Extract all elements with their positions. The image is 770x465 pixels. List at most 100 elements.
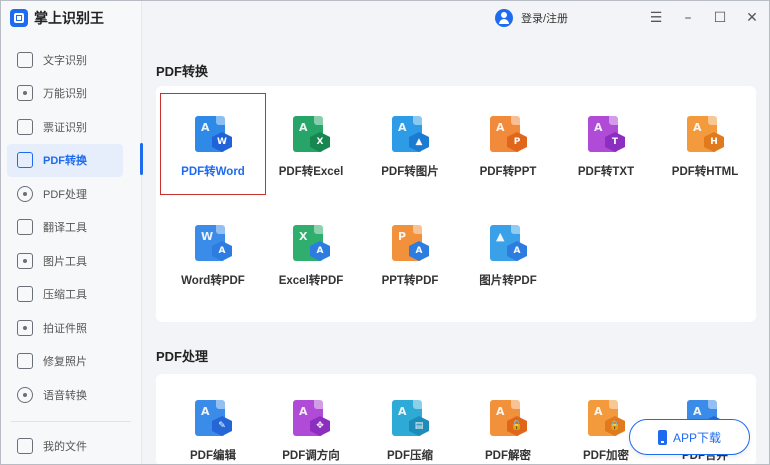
document-convert-icon: A ▲ (392, 116, 430, 156)
tool-card-1[interactable]: A ✥ PDF调方向 (259, 378, 363, 464)
sidebar-item-label: 文字识别 (43, 54, 87, 67)
voice-icon (17, 386, 33, 403)
tool-card-2[interactable]: A ▲ PDF转图片 (358, 94, 462, 194)
user-avatar-icon (495, 9, 513, 27)
document-convert-icon: PA (392, 225, 430, 265)
sidebar-item-label: 修复照片 (43, 356, 87, 369)
tool-label: PDF转Word (181, 166, 245, 178)
tool-card-4[interactable]: A T PDF转TXT (554, 94, 658, 194)
camera-icon (17, 85, 33, 102)
document-convert-icon: AH (687, 116, 725, 156)
tool-card-5[interactable]: A H PDF转HTML (653, 94, 757, 194)
tool-card-3[interactable]: A P PDF转PPT (456, 94, 560, 194)
tool-label: PDF转PPT (479, 166, 537, 178)
login-label: 登录/注册 (521, 13, 569, 25)
sidebar-item-label: 图片工具 (43, 255, 87, 268)
sidebar-item-label: 拍证件照 (43, 322, 87, 335)
tool-label: PDF编辑 (190, 450, 236, 462)
sidebar-item-pdf-process[interactable]: PDF处理 (1, 177, 141, 211)
sidebar-item-photo-repair[interactable]: 修复照片 (1, 345, 141, 379)
sidebar-item-image-tools[interactable]: 图片工具 (1, 244, 141, 278)
section-title-pdf-convert: PDF转换 (156, 64, 209, 79)
sidebar-item-my-files[interactable]: 我的文件 (1, 429, 141, 463)
document-convert-icon: A 🔒 (588, 400, 626, 440)
sidebar-item-text-recognition[interactable]: 文字识别 (1, 43, 141, 77)
tool-label: Excel转PDF (278, 275, 344, 287)
window-controls: ☰ – ☐ ✕ (647, 9, 761, 27)
tool-label: PDF解密 (485, 450, 531, 462)
sidebar-active-indicator (140, 143, 143, 175)
ticket-icon (17, 118, 33, 135)
close-icon[interactable]: ✕ (743, 9, 761, 27)
tool-card-0[interactable]: A ✎ PDF编辑 (161, 378, 265, 464)
tool-label: PDF转HTML (671, 166, 739, 178)
tool-card-8[interactable]: P A PPT转PDF (358, 203, 462, 303)
document-convert-icon: A ✎ (195, 400, 233, 440)
sidebar-item-label: PDF处理 (43, 188, 87, 201)
document-convert-icon: A 🔓 (490, 400, 528, 440)
document-convert-icon: A ▤ (392, 400, 430, 440)
section-title-pdf-process: PDF处理 (156, 349, 209, 364)
sidebar-divider (11, 421, 131, 422)
tool-card-7[interactable]: X A Excel转PDF (259, 203, 363, 303)
tool-label: PPT转PDF (381, 275, 439, 287)
document-convert-icon: A ✥ (293, 400, 331, 440)
sidebar-item-voice-convert[interactable]: 语音转换 (1, 378, 141, 412)
sidebar-item-label: 压缩工具 (43, 289, 87, 302)
tool-label: PDF调方向 (282, 450, 340, 462)
translate-icon (17, 219, 33, 236)
document-convert-icon: XA (293, 225, 331, 265)
photo-repair-icon (17, 353, 33, 370)
tool-label: PDF转Excel (278, 166, 344, 178)
tool-label: PDF转TXT (577, 166, 635, 178)
menu-icon[interactable]: ☰ (647, 9, 665, 27)
tool-label: PDF转图片 (381, 166, 439, 178)
sidebar-item-compress-tools[interactable]: 压缩工具 (1, 278, 141, 312)
sidebar-item-translate[interactable]: 翻译工具 (1, 211, 141, 245)
sidebar-item-label: 语音转换 (43, 389, 87, 402)
sidebar-item-label: PDF转换 (43, 155, 87, 168)
tool-label: Word转PDF (181, 275, 245, 287)
app-download-label: APP下载 (672, 430, 721, 445)
app-header: 掌上识别王 (10, 8, 104, 28)
tool-card-1[interactable]: A X PDF转Excel (259, 94, 363, 194)
sidebar-item-label: 票证识别 (43, 121, 87, 134)
document-convert-icon: ▲ A (490, 225, 528, 265)
pdf-process-icon (17, 185, 33, 202)
compress-icon (17, 286, 33, 303)
sidebar-item-label: 翻译工具 (43, 222, 87, 235)
tool-card-9[interactable]: ▲ A 图片转PDF (456, 203, 560, 303)
app-download-button[interactable]: APP下载 (629, 419, 750, 455)
app-title: 掌上识别王 (34, 10, 104, 26)
document-convert-icon: AX (293, 116, 331, 156)
topbar: 登录/注册 ☰ – ☐ ✕ (142, 1, 769, 37)
pdf-convert-icon (17, 152, 33, 169)
document-convert-icon: AW (195, 116, 233, 156)
id-photo-icon (17, 319, 33, 336)
tool-card-2[interactable]: A ▤ PDF压缩 (358, 378, 462, 464)
sidebar-item-label: 我的文件 (43, 440, 87, 453)
sidebar-nav: 文字识别 万能识别 票证识别 PDF转换 PDF处理 翻译工具 图片工具 压缩工… (1, 43, 141, 412)
maximize-icon[interactable]: ☐ (711, 9, 729, 27)
tool-card-6[interactable]: W A Word转PDF (161, 203, 265, 303)
minimize-icon[interactable]: – (679, 9, 697, 27)
image-icon (17, 252, 33, 269)
tool-card-3[interactable]: A 🔓 PDF解密 (456, 378, 560, 464)
pdf-convert-panel: A W PDF转Word A X PDF转Excel A ▲ PDF转图片 A P PDF转PPT A T… (156, 86, 756, 322)
sidebar-item-id-photo[interactable]: 拍证件照 (1, 311, 141, 345)
document-convert-icon: AT (588, 116, 626, 156)
login-button[interactable]: 登录/注册 (495, 9, 568, 27)
sidebar-item-universal-recognition[interactable]: 万能识别 (1, 77, 141, 111)
my-files-icon (17, 437, 33, 454)
sidebar-item-pdf-convert[interactable]: PDF转换 (7, 143, 123, 177)
sidebar-item-ticket-recognition[interactable]: 票证识别 (1, 110, 141, 144)
sidebar-item-label: 万能识别 (43, 88, 87, 101)
tool-label: 图片转PDF (479, 275, 537, 287)
document-convert-icon: WA (195, 225, 233, 265)
tool-card-0[interactable]: A W PDF转Word (160, 93, 266, 195)
phone-icon (657, 429, 667, 445)
sidebar: 掌上识别王 文字识别 万能识别 票证识别 PDF转换 PDF处理 翻译工具 图片… (1, 1, 142, 464)
app-logo-icon (10, 9, 28, 27)
app-window: 掌上识别王 文字识别 万能识别 票证识别 PDF转换 PDF处理 翻译工具 图片… (0, 0, 770, 465)
document-convert-icon: AP (490, 116, 528, 156)
